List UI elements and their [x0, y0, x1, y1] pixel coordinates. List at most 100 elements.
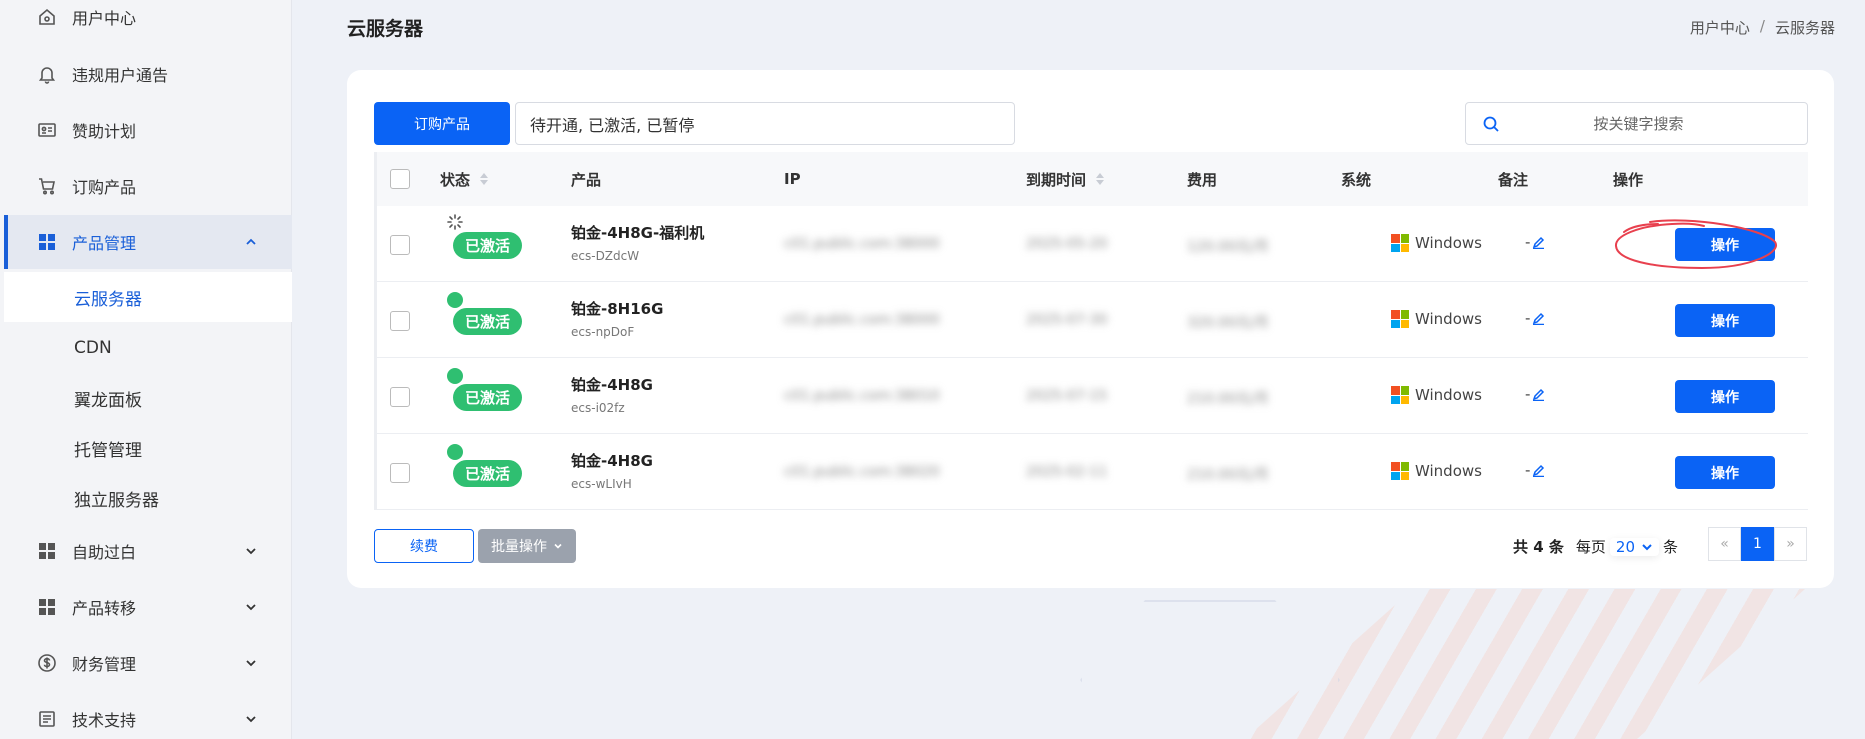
sidebar-item-product-management[interactable]: 产品管理 [4, 215, 292, 269]
dollar-icon [36, 652, 58, 674]
breadcrumb-user-center[interactable]: 用户中心 [1690, 17, 1750, 38]
background-decoration [1245, 589, 1805, 739]
loading-spinner-icon [447, 214, 463, 230]
note-value: - [1525, 233, 1531, 251]
page-title: 云服务器 [347, 18, 424, 40]
windows-icon [1391, 234, 1409, 252]
sidebar-subitem-hosting-management[interactable]: 托管管理 [4, 423, 292, 473]
product-name[interactable]: 铂金-8H16G [571, 298, 663, 319]
sidebar-item-label: 产品转移 [72, 599, 137, 618]
sidebar-item-label: 财务管理 [72, 655, 137, 674]
sidebar-subitem-pterodactyl-panel[interactable]: 翼龙面板 [4, 373, 292, 423]
sort-icon [1096, 173, 1105, 185]
sidebar-item-sponsor-plan[interactable]: 赞助计划 [4, 103, 292, 157]
table-row: 已激活 铂金-4H8G-福利机 ecs-DZdcW c01.public.com… [374, 206, 1808, 282]
table-header: 状态 产品 IP 到期时间 费用 系统 备注 操作 [374, 152, 1808, 206]
chevron-down-icon [554, 543, 562, 549]
os-name: Windows [1415, 386, 1482, 404]
row-action-button[interactable]: 操作 [1675, 304, 1775, 337]
status-filter-select[interactable]: 待开通, 已激活, 已暂停 [515, 102, 1015, 145]
search-icon [1483, 116, 1499, 132]
chevron-up-icon [246, 238, 256, 245]
row-action-button[interactable]: 操作 [1675, 456, 1775, 489]
cart-icon [36, 175, 58, 197]
fee: 210.00元/月 [1187, 467, 1269, 483]
select-all-checkbox[interactable] [390, 169, 410, 189]
note-cell: - [1525, 233, 1545, 251]
sidebar-item-product-transfer[interactable]: 产品转移 [4, 580, 292, 634]
chevron-down-icon [1642, 543, 1652, 550]
bell-icon [36, 63, 58, 85]
expire-date: 2025-05-20 [1026, 236, 1108, 252]
sidebar-subitem-cdn[interactable]: CDN [4, 323, 292, 373]
sidebar-item-label: 技术支持 [72, 711, 137, 730]
search-input[interactable] [1500, 103, 1807, 144]
sidebar-item-order-product[interactable]: 订购产品 [4, 159, 292, 213]
product-name[interactable]: 铂金-4H8G [571, 450, 653, 471]
column-header-expire[interactable]: 到期时间 [1026, 169, 1105, 190]
column-header-status[interactable]: 状态 [440, 169, 489, 190]
edit-icon[interactable] [1532, 236, 1545, 249]
sidebar-subitem-cloud-server[interactable]: 云服务器 [4, 272, 292, 322]
note-value: - [1525, 309, 1531, 327]
table-row: 已激活 铂金-8H16G ecs-npDoF c01.public.com:38… [374, 282, 1808, 358]
prev-page-button[interactable]: « [1708, 527, 1741, 561]
server-table: 状态 产品 IP 到期时间 费用 系统 备注 操作 已激活 铂金-4H8G-福利… [374, 152, 1808, 510]
status-badge: 已激活 [453, 308, 523, 335]
background-hexagon [1080, 600, 1340, 739]
status-dot [447, 292, 463, 308]
os-name: Windows [1415, 234, 1482, 252]
page-size-select[interactable]: 20 [1610, 538, 1659, 556]
ip-address: c01.public.com:38000 [784, 236, 940, 252]
id-card-icon [36, 119, 58, 141]
row-action-button[interactable]: 操作 [1675, 380, 1775, 413]
row-action-button[interactable]: 操作 [1675, 228, 1775, 261]
grid-icon [36, 540, 58, 562]
os-cell: Windows [1391, 462, 1482, 480]
product-name[interactable]: 铂金-4H8G [571, 374, 653, 395]
home-icon [36, 6, 58, 28]
status-dot [447, 444, 463, 460]
pagination: « 1 » [1708, 527, 1807, 561]
edit-icon[interactable] [1532, 388, 1545, 401]
note-cell: - [1525, 309, 1545, 327]
renew-button[interactable]: 续费 [374, 529, 474, 563]
row-checkbox[interactable] [390, 311, 410, 331]
sidebar-item-label: 自助过白 [72, 543, 137, 562]
sidebar-item-user-center[interactable]: 用户中心 [4, 0, 292, 44]
sidebar-item-violation-notice[interactable]: 违规用户通告 [4, 47, 292, 101]
status-filter-value: 待开通, 已激活, 已暂停 [530, 115, 695, 135]
chevron-down-icon [246, 604, 256, 611]
page-button-current[interactable]: 1 [1741, 527, 1774, 561]
row-checkbox[interactable] [390, 463, 410, 483]
expire-date: 2025-02-11 [1026, 464, 1108, 480]
row-checkbox[interactable] [390, 387, 410, 407]
per-page-suffix: 条 [1663, 538, 1679, 556]
windows-icon [1391, 386, 1409, 404]
column-header-action: 操作 [1613, 170, 1644, 189]
sidebar-item-self-whitelist[interactable]: 自助过白 [4, 524, 292, 578]
sidebar-subitem-dedicated-server[interactable]: 独立服务器 [4, 473, 292, 523]
row-checkbox[interactable] [390, 235, 410, 255]
next-page-button[interactable]: » [1774, 527, 1807, 561]
grid-icon [36, 231, 58, 253]
batch-operation-button[interactable]: 批量操作 [478, 529, 576, 563]
edit-icon[interactable] [1532, 312, 1545, 325]
note-value: - [1525, 461, 1531, 479]
status-dot [447, 368, 463, 384]
ip-address: c01.public.com:38020 [784, 464, 940, 480]
product-id: ecs-i02fz [571, 401, 625, 415]
status-badge: 已激活 [453, 232, 523, 259]
column-header-fee: 费用 [1187, 170, 1218, 189]
sidebar-item-label: 违规用户通告 [72, 66, 169, 85]
edit-icon[interactable] [1532, 464, 1545, 477]
ip-address: c01.public.com:38010 [784, 388, 940, 404]
chevron-down-icon [246, 548, 256, 555]
sidebar-item-tech-support[interactable]: 技术支持 [4, 692, 292, 739]
document-icon [36, 708, 58, 730]
column-header-label: 到期时间 [1026, 170, 1087, 189]
product-name[interactable]: 铂金-4H8G-福利机 [571, 222, 704, 243]
order-product-button[interactable]: 订购产品 [374, 102, 510, 145]
breadcrumb-separator: / [1759, 17, 1765, 35]
sidebar-item-finance[interactable]: 财务管理 [4, 636, 292, 690]
